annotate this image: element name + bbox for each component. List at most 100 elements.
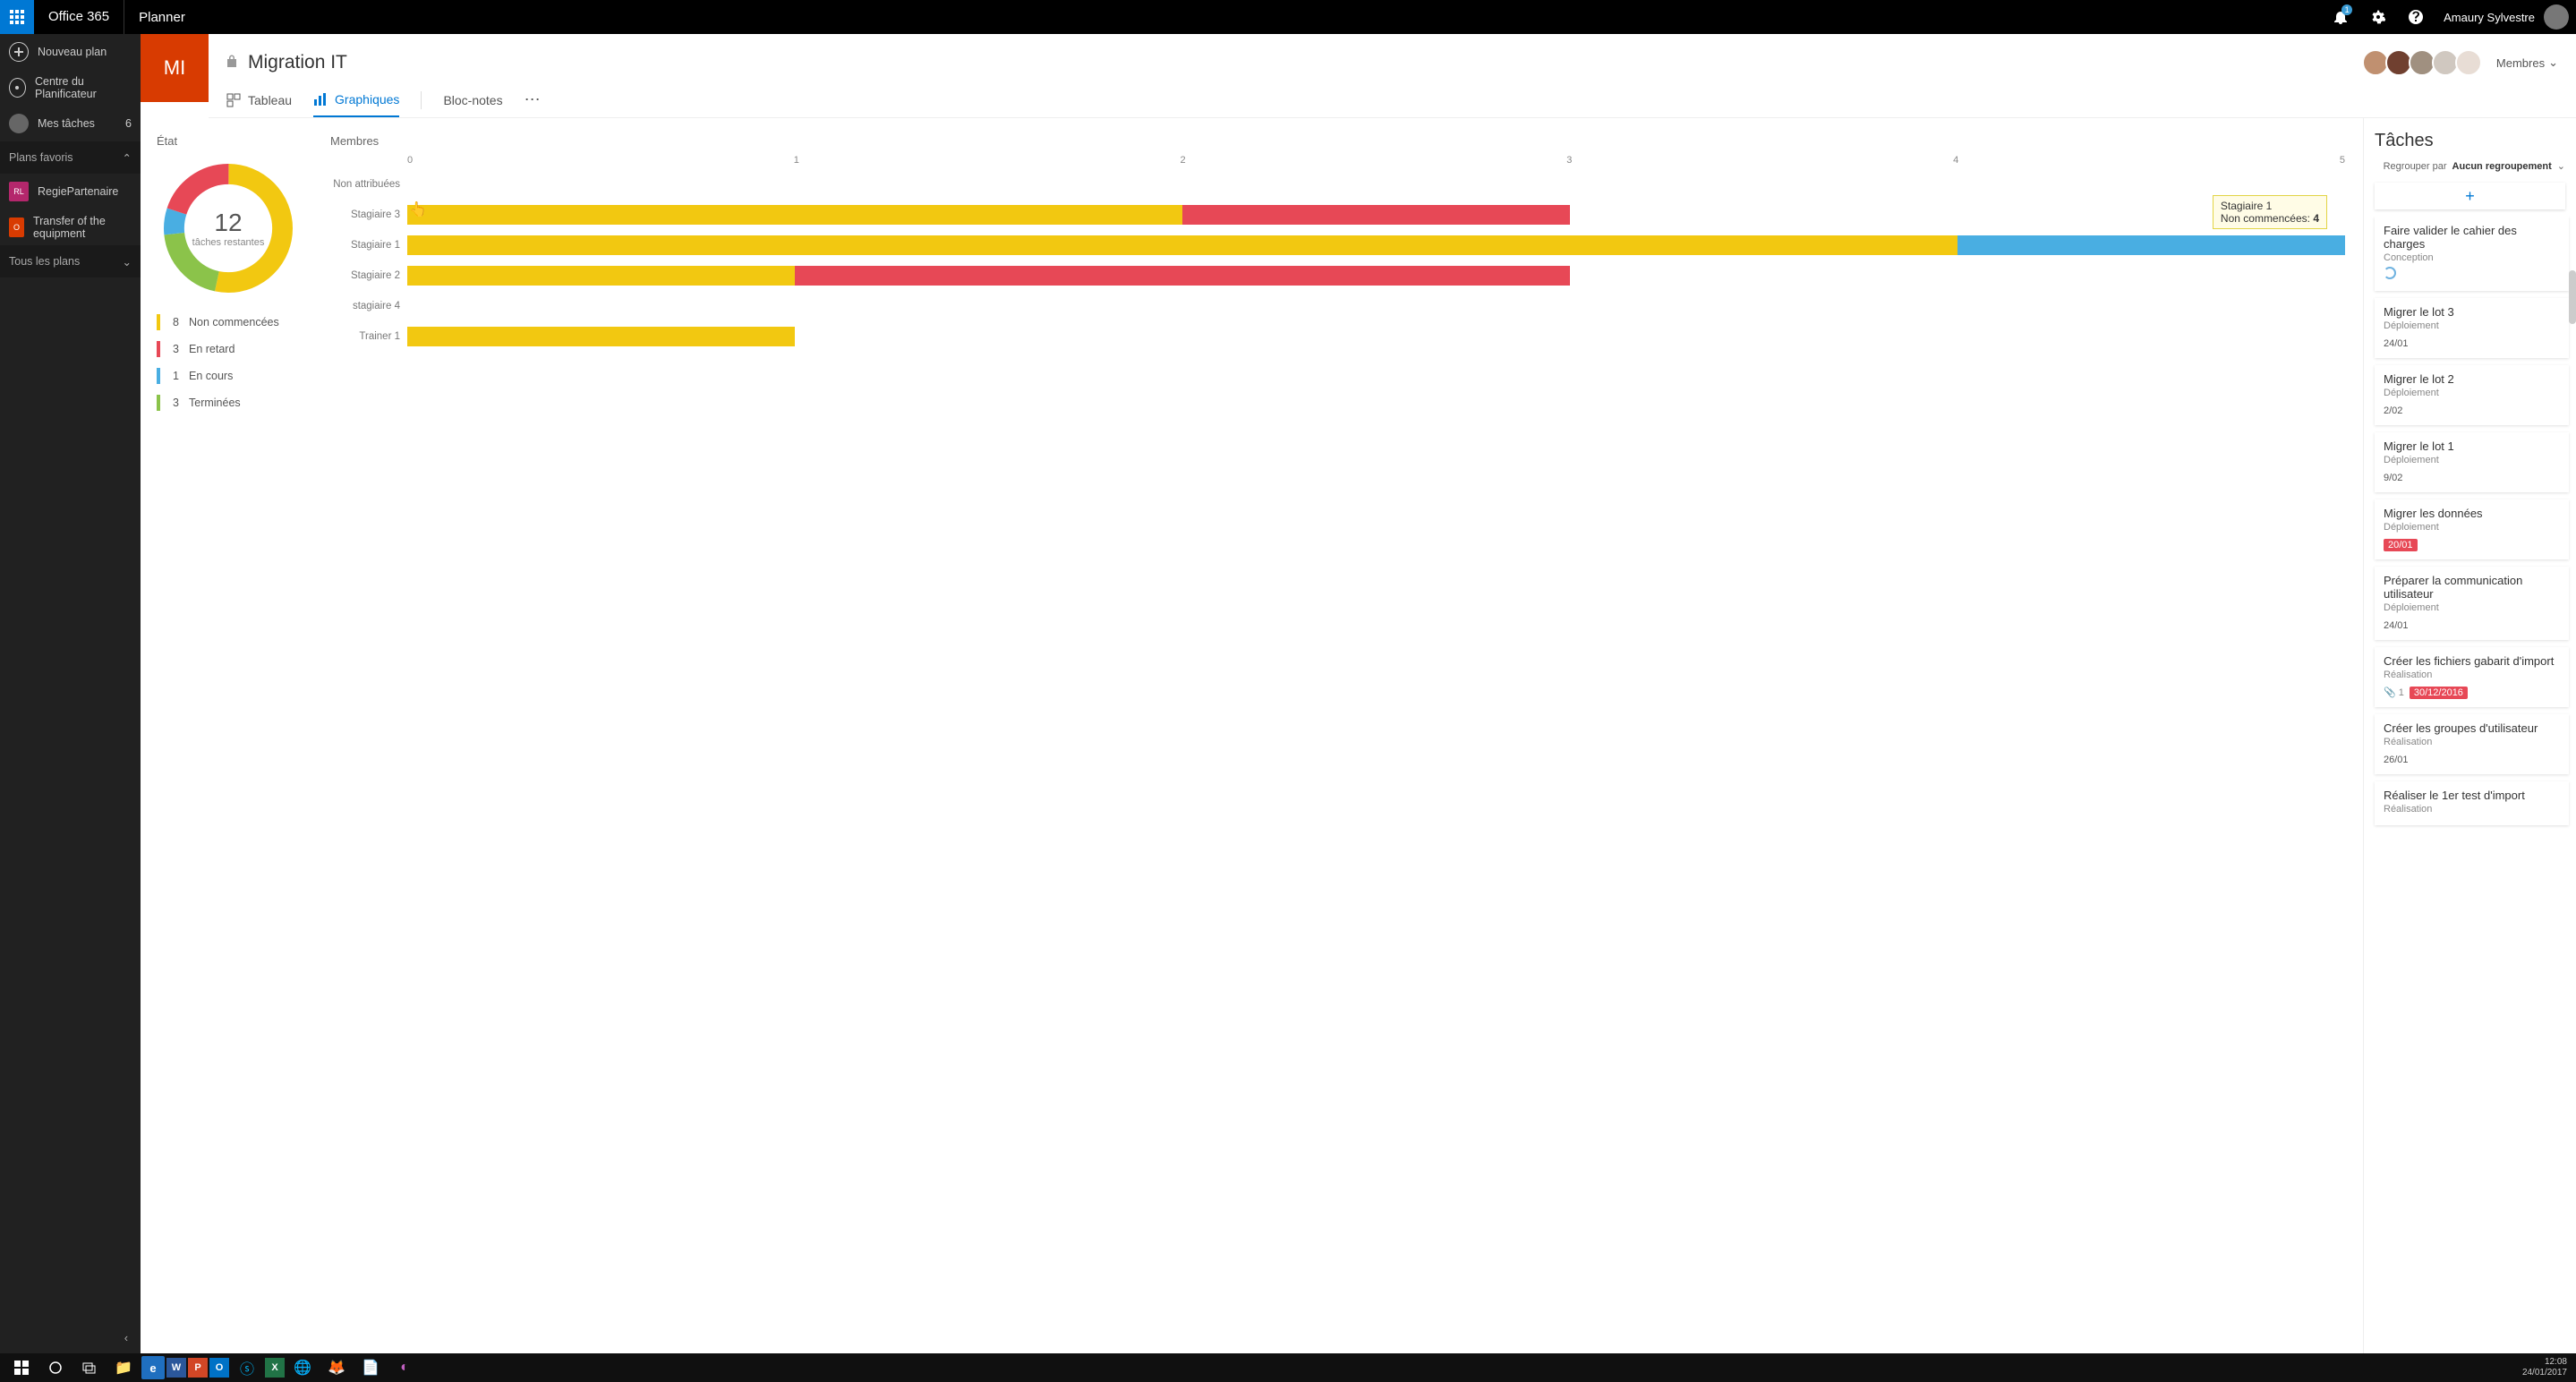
firefox-icon[interactable]: 🦊	[320, 1353, 353, 1382]
planner-hub-button[interactable]: Centre du Planificateur	[0, 70, 141, 106]
tab-board[interactable]: Tableau	[226, 82, 292, 117]
powerpoint-icon[interactable]: P	[188, 1358, 208, 1378]
help-button[interactable]	[2397, 0, 2435, 34]
plus-icon: +	[2465, 187, 2475, 206]
legend-label: Non commencées	[189, 316, 279, 328]
bar-segment	[407, 327, 795, 346]
username-label[interactable]: Amaury Sylvestre	[2435, 11, 2544, 24]
scrollbar-thumb[interactable]	[2569, 270, 2576, 324]
task-card[interactable]: Migrer les donnéesDéploiement20/01	[2375, 499, 2569, 559]
legend-count: 3	[173, 397, 189, 409]
brand-label[interactable]: Office 365	[34, 0, 124, 34]
members-bar-chart[interactable]: 012345Non attribuéesStagiaire 3Stagiaire…	[330, 155, 2345, 352]
bar-segment	[1182, 205, 1570, 225]
members-dropdown[interactable]: Membres ⌄	[2496, 55, 2558, 70]
task-card[interactable]: Créer les groupes d'utilisateur Réalisati…	[2375, 714, 2569, 774]
task-bucket: Déploiement	[2384, 455, 2560, 465]
task-bucket: Réalisation	[2384, 804, 2560, 815]
bar-segment	[407, 266, 795, 286]
notifications-button[interactable]: 1	[2322, 0, 2359, 34]
sidebar-plan-item[interactable]: RLRegiePartenaire	[0, 174, 141, 209]
status-total: 12	[214, 209, 242, 237]
word-icon[interactable]: W	[166, 1358, 186, 1378]
task-bucket: Déploiement	[2384, 602, 2560, 613]
legend-row[interactable]: 3En retard	[157, 336, 307, 363]
bar-category-label: Non attribuées	[330, 179, 407, 190]
bar-row[interactable]: Stagiaire 2	[330, 260, 2345, 291]
task-date: 24/01	[2384, 620, 2409, 631]
bar-row[interactable]: Stagiaire 1	[330, 230, 2345, 260]
chevron-up-icon: ⌃	[123, 151, 132, 165]
legend-row[interactable]: 1En cours	[157, 363, 307, 389]
cortana-button[interactable]	[39, 1353, 72, 1382]
chevron-down-icon: ⌄	[123, 255, 132, 269]
task-bucket: Réalisation	[2384, 737, 2560, 747]
legend-count: 8	[173, 316, 189, 328]
system-clock[interactable]: 12:08 24/01/2017	[2522, 1357, 2571, 1378]
my-tasks-button[interactable]: Mes tâches 6	[0, 106, 141, 141]
task-card[interactable]: Migrer le lot 3Déploiement24/01	[2375, 298, 2569, 358]
group-by-dropdown[interactable]: Regrouper par Aucun regroupement ⌄	[2364, 157, 2576, 175]
lock-icon	[226, 55, 237, 72]
task-view-button[interactable]	[73, 1353, 106, 1382]
task-card[interactable]: Migrer le lot 1Déploiement9/02	[2375, 432, 2569, 492]
collapse-nav-icon[interactable]: ‹	[124, 1332, 128, 1344]
user-avatar-small	[9, 114, 29, 133]
status-chart-panel: État 12 tâches restantes	[141, 118, 320, 1353]
add-task-button[interactable]: +	[2375, 183, 2565, 209]
task-title: Migrer le lot 3	[2384, 305, 2560, 319]
favorite-plans-header[interactable]: Plans favoris ⌃	[0, 141, 141, 174]
task-card[interactable]: Préparer la communication utilisateurDép…	[2375, 567, 2569, 640]
more-menu-button[interactable]: ⋯	[525, 90, 541, 109]
settings-button[interactable]	[2359, 0, 2397, 34]
members-header: Membres	[330, 134, 2345, 148]
task-title: Créer les groupes d'utilisateur	[2384, 721, 2560, 735]
app-launcher[interactable]	[0, 0, 34, 34]
attachment-icon: 📎 1	[2384, 687, 2404, 698]
start-button[interactable]	[5, 1353, 38, 1382]
sidebar-plan-item[interactable]: OTransfer of the equipment	[0, 209, 141, 245]
status-donut-chart[interactable]: 12 tâches restantes	[157, 157, 300, 300]
bar-row[interactable]: Stagiaire 3	[330, 200, 2345, 230]
legend-row[interactable]: 8Non commencées	[157, 309, 307, 336]
legend-swatch	[157, 314, 160, 330]
task-bucket: Déploiement	[2384, 522, 2560, 533]
explorer-icon[interactable]: 📁	[107, 1353, 140, 1382]
app-label: Planner	[124, 10, 200, 25]
task-card[interactable]: Migrer le lot 2Déploiement2/02	[2375, 365, 2569, 425]
user-avatar[interactable]	[2544, 4, 2569, 30]
member-avatars[interactable]	[2366, 49, 2482, 76]
bar-category-label: stagiaire 4	[330, 301, 407, 311]
outlook-icon[interactable]: O	[209, 1358, 229, 1378]
edge-icon[interactable]: e	[141, 1356, 165, 1379]
left-nav: Nouveau plan Centre du Planificateur Mes…	[0, 34, 141, 1353]
tab-notebook[interactable]: Bloc-notes	[443, 82, 502, 117]
status-header: État	[157, 134, 307, 148]
bar-row[interactable]: stagiaire 4	[330, 291, 2345, 321]
task-card[interactable]: Faire valider le cahier des chargesConce…	[2375, 217, 2569, 291]
status-ring-icon	[2384, 267, 2396, 279]
task-card[interactable]: Réaliser le 1er test d'importRéalisation	[2375, 781, 2569, 825]
notepad-icon[interactable]: 📄	[354, 1353, 387, 1382]
legend-swatch	[157, 341, 160, 357]
legend-row[interactable]: 3Terminées	[157, 389, 307, 416]
tab-charts[interactable]: Graphiques	[313, 82, 399, 117]
task-title: Faire valider le cahier des charges	[2384, 224, 2560, 251]
plan-label: Transfer of the equipment	[33, 215, 132, 240]
excel-icon[interactable]: X	[265, 1358, 285, 1378]
legend-count: 3	[173, 343, 189, 355]
skype-icon[interactable]: ⓢ	[231, 1353, 263, 1382]
bar-row[interactable]: Non attribuées	[330, 169, 2345, 200]
all-plans-header[interactable]: Tous les plans ⌄	[0, 245, 141, 277]
bar-row[interactable]: Trainer 1	[330, 321, 2345, 352]
plan-tile: MI	[141, 34, 209, 102]
task-bucket: Réalisation	[2384, 670, 2560, 680]
app-icon[interactable]: ◐	[388, 1353, 421, 1382]
task-date: 20/01	[2384, 539, 2418, 551]
legend-swatch	[157, 395, 160, 411]
task-card[interactable]: Créer les fichiers gabarit d'import Réali…	[2375, 647, 2569, 707]
tasks-header: Tâches	[2375, 131, 2565, 151]
task-title: Créer les fichiers gabarit d'import	[2384, 654, 2560, 668]
new-plan-button[interactable]: Nouveau plan	[0, 34, 141, 70]
ie-icon[interactable]: 🌐	[286, 1353, 319, 1382]
